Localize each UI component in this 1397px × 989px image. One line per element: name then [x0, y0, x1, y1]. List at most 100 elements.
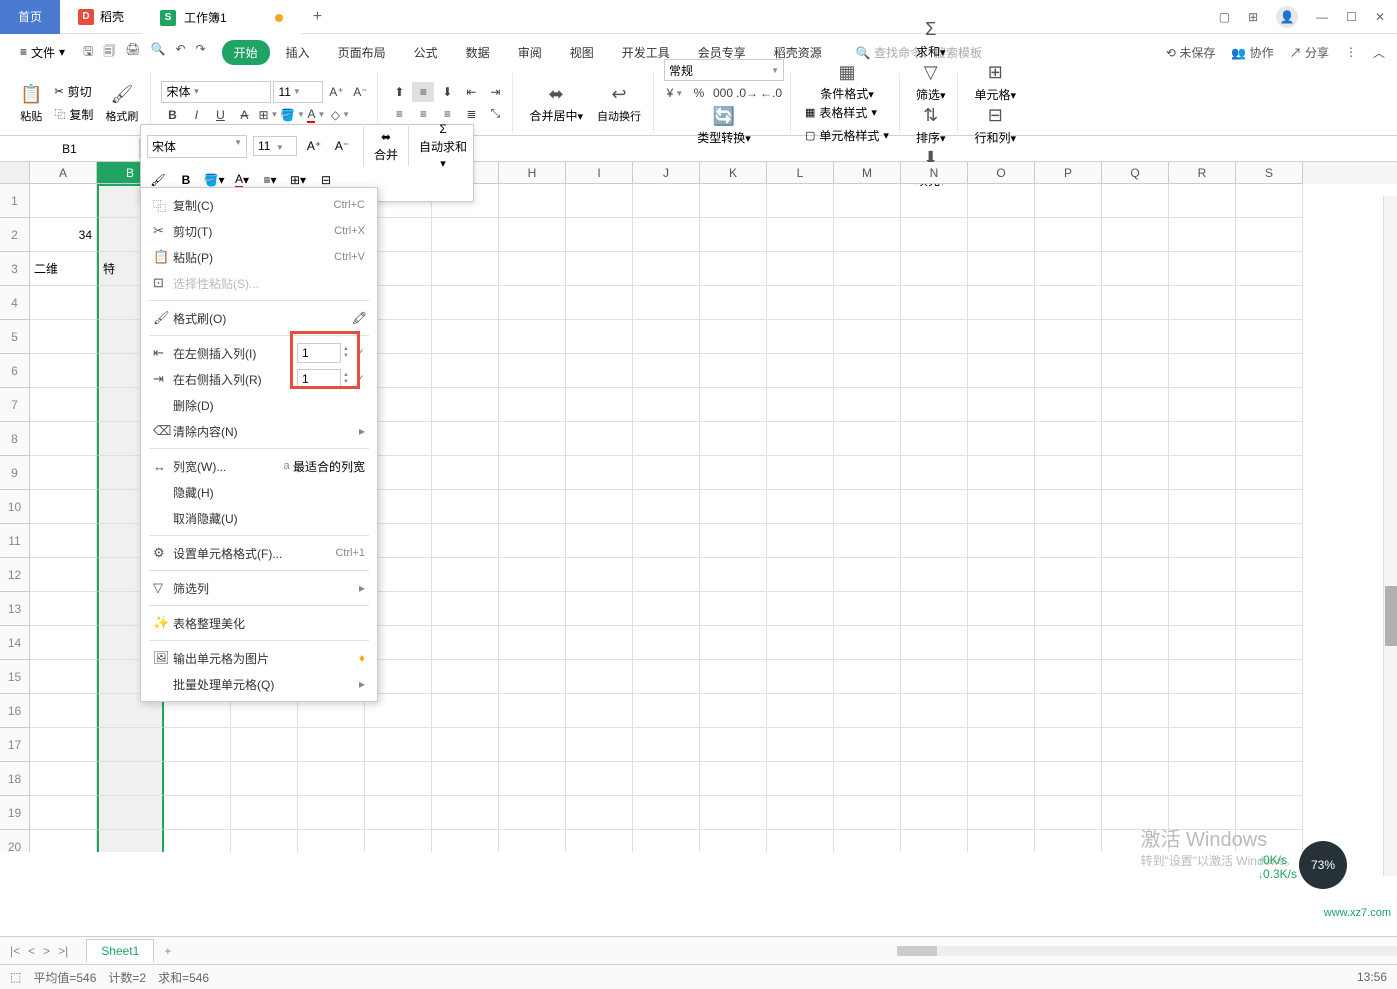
- cell[interactable]: [432, 728, 499, 762]
- cell[interactable]: [700, 218, 767, 252]
- cell[interactable]: [968, 558, 1035, 592]
- cell[interactable]: [30, 286, 97, 320]
- cell[interactable]: [432, 694, 499, 728]
- cell[interactable]: [901, 796, 968, 830]
- sheet-next-icon[interactable]: >: [43, 944, 50, 958]
- add-sheet-button[interactable]: +: [154, 940, 181, 962]
- cell[interactable]: [901, 592, 968, 626]
- cell[interactable]: [633, 660, 700, 694]
- cell[interactable]: [1035, 592, 1102, 626]
- border-button[interactable]: ⊞▼: [257, 105, 279, 125]
- cell[interactable]: [432, 218, 499, 252]
- cell[interactable]: [767, 728, 834, 762]
- cell[interactable]: [1102, 830, 1169, 852]
- cell[interactable]: [1169, 456, 1236, 490]
- cell[interactable]: [1035, 422, 1102, 456]
- align-middle-icon[interactable]: ≡: [412, 82, 434, 102]
- cell[interactable]: [834, 184, 901, 218]
- align-center-icon[interactable]: ≡: [412, 104, 434, 124]
- cell[interactable]: [365, 796, 432, 830]
- percent-icon[interactable]: %: [688, 83, 710, 103]
- cell[interactable]: [767, 184, 834, 218]
- cell[interactable]: [767, 762, 834, 796]
- cell[interactable]: [633, 184, 700, 218]
- cell[interactable]: [1102, 456, 1169, 490]
- cell[interactable]: [1035, 320, 1102, 354]
- cell[interactable]: [1169, 252, 1236, 286]
- spin-down-icon[interactable]: ▼: [343, 379, 349, 386]
- font-select[interactable]: 宋体▼: [161, 81, 271, 103]
- ctx-format-brush[interactable]: 🖌格式刷(O)🖍: [141, 305, 377, 331]
- cell[interactable]: [700, 184, 767, 218]
- cell[interactable]: [1236, 388, 1303, 422]
- ctx-cell-format[interactable]: ⚙设置单元格格式(F)...Ctrl+1: [141, 540, 377, 566]
- dist-icon[interactable]: ≣: [460, 104, 482, 124]
- cell[interactable]: [633, 422, 700, 456]
- cell[interactable]: [231, 728, 298, 762]
- cell[interactable]: [700, 490, 767, 524]
- cell[interactable]: [566, 252, 633, 286]
- cell[interactable]: [901, 252, 968, 286]
- col-header-L[interactable]: L: [767, 162, 834, 184]
- apps-icon[interactable]: ⊞: [1248, 10, 1258, 24]
- cell[interactable]: [30, 626, 97, 660]
- cell[interactable]: [1035, 558, 1102, 592]
- cell[interactable]: [499, 422, 566, 456]
- indent-dec-icon[interactable]: ⇤: [460, 82, 482, 102]
- cell[interactable]: [633, 388, 700, 422]
- mini-decfont-icon[interactable]: A⁻: [331, 135, 353, 157]
- mini-font-select[interactable]: 宋体 ▼: [147, 135, 247, 158]
- undo-icon[interactable]: ↶: [175, 42, 185, 63]
- cell[interactable]: [566, 592, 633, 626]
- cell[interactable]: [1236, 558, 1303, 592]
- cell[interactable]: [365, 728, 432, 762]
- cell[interactable]: [1035, 252, 1102, 286]
- cell[interactable]: [834, 728, 901, 762]
- cell[interactable]: [432, 524, 499, 558]
- row-header[interactable]: 8: [0, 422, 30, 456]
- insert-right-count[interactable]: 1: [297, 369, 341, 389]
- record-icon[interactable]: ⬚: [10, 970, 21, 984]
- preview-icon[interactable]: 🔍: [151, 42, 166, 63]
- horizontal-scrollbar[interactable]: [897, 946, 1397, 956]
- cell[interactable]: [566, 218, 633, 252]
- print-icon[interactable]: 🖨: [125, 42, 140, 63]
- cell[interactable]: [432, 592, 499, 626]
- cell[interactable]: [1102, 388, 1169, 422]
- cell[interactable]: [432, 456, 499, 490]
- cell[interactable]: [499, 660, 566, 694]
- cell[interactable]: [499, 388, 566, 422]
- cell[interactable]: [901, 626, 968, 660]
- ctx-filter-col[interactable]: ▽筛选列▸: [141, 575, 377, 601]
- cell[interactable]: [164, 796, 231, 830]
- cell[interactable]: [633, 694, 700, 728]
- cell[interactable]: [566, 524, 633, 558]
- cell[interactable]: [566, 422, 633, 456]
- tab-formula[interactable]: 公式: [402, 40, 450, 65]
- cell[interactable]: [30, 456, 97, 490]
- orient-icon[interactable]: ⤡: [484, 104, 506, 124]
- cell[interactable]: [1102, 694, 1169, 728]
- workbook-tab[interactable]: S 工作簿1: [142, 0, 301, 34]
- col-header-P[interactable]: P: [1035, 162, 1102, 184]
- cell[interactable]: [231, 762, 298, 796]
- row-header[interactable]: 10: [0, 490, 30, 524]
- sort-button[interactable]: ⇅排序▾: [910, 103, 952, 146]
- file-menu[interactable]: ≡ 文件 ▾: [12, 40, 73, 65]
- cell[interactable]: [1236, 762, 1303, 796]
- cell[interactable]: [499, 558, 566, 592]
- paste-button[interactable]: 📋粘贴: [14, 73, 48, 133]
- layout-icon[interactable]: ▢: [1219, 10, 1230, 24]
- align-right-icon[interactable]: ≡: [436, 104, 458, 124]
- cell[interactable]: [97, 830, 164, 852]
- cell[interactable]: [901, 218, 968, 252]
- cell[interactable]: [1236, 354, 1303, 388]
- cell[interactable]: [30, 524, 97, 558]
- fillcolor-button[interactable]: 🪣▼: [281, 105, 303, 125]
- cell[interactable]: [767, 830, 834, 852]
- cell[interactable]: [633, 286, 700, 320]
- cell[interactable]: [432, 388, 499, 422]
- col-header-K[interactable]: K: [700, 162, 767, 184]
- cell[interactable]: [1169, 728, 1236, 762]
- cell[interactable]: [901, 694, 968, 728]
